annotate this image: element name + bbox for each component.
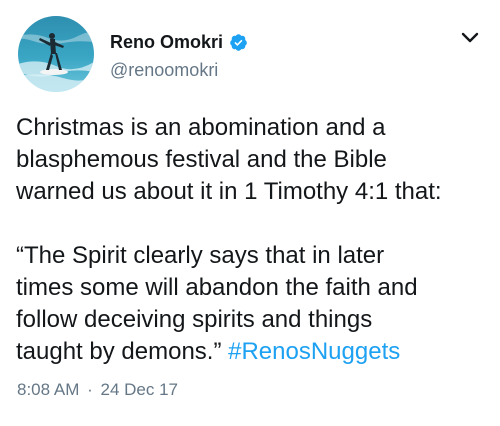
author-handle[interactable]: @renoomokri: [110, 60, 248, 81]
tweet-date: 24 Dec 17: [100, 380, 179, 399]
author-block: Reno Omokri @renoomokri: [110, 30, 248, 81]
tweet-text: Christmas is an abomination and a blasph…: [16, 112, 486, 368]
timestamp-separator: ·: [87, 380, 93, 399]
avatar[interactable]: [18, 16, 94, 92]
verified-badge-icon: [229, 33, 248, 52]
tweet-text-paragraph-1: Christmas is an abomination and a blasph…: [16, 114, 442, 205]
tweet-card: Reno Omokri @renoomokri Christmas is an …: [0, 0, 500, 426]
name-row: Reno Omokri: [110, 30, 248, 54]
author-display-name[interactable]: Reno Omokri: [110, 32, 223, 53]
hashtag-link[interactable]: #RenosNuggets: [228, 338, 400, 365]
chevron-down-icon[interactable]: [460, 30, 480, 46]
avatar-image: [18, 16, 94, 92]
tweet-timestamp[interactable]: 8:08 AM · 24 Dec 17: [17, 380, 178, 400]
tweet-time: 8:08 AM: [17, 380, 80, 399]
